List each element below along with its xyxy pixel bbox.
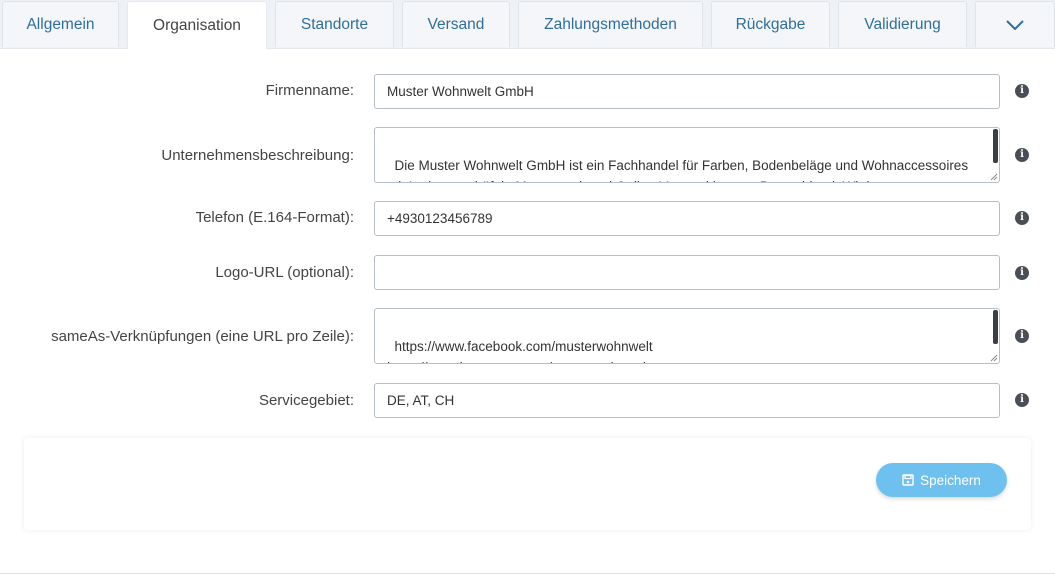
info-icon[interactable]: i: [1015, 84, 1029, 98]
save-button-label: Speichern: [920, 472, 981, 488]
logo-url-label: Logo-URL (optional):: [215, 264, 354, 281]
tab-label: Rückgabe: [735, 15, 806, 33]
service-area-label: Servicegebiet:: [258, 392, 354, 409]
tab-label: Versand: [427, 15, 485, 33]
tab-label: Validierung: [864, 15, 941, 33]
description-textarea[interactable]: Die Muster Wohnwelt GmbH ist ein Fachhan…: [374, 127, 1000, 183]
tab-validierung[interactable]: Validierung: [838, 1, 967, 47]
chevron-down-icon: [1006, 19, 1024, 30]
scrollbar[interactable]: [993, 129, 998, 163]
same-as-textarea[interactable]: https://www.facebook.com/musterwohnwelt …: [374, 308, 1000, 364]
tab-label: Standorte: [300, 15, 369, 33]
tab-zahlungsmethoden[interactable]: Zahlungsmethoden: [518, 1, 703, 47]
tab-versand[interactable]: Versand: [402, 1, 510, 47]
tab-bar: Allgemein Organisation Standorte Versand…: [0, 0, 1055, 49]
info-icon[interactable]: i: [1015, 148, 1029, 162]
same-as-value: https://www.facebook.com/musterwohnwelt …: [387, 339, 653, 363]
company-name-label: Firmenname:: [265, 82, 354, 99]
description-value: Die Muster Wohnwelt GmbH ist ein Fachhan…: [387, 158, 969, 182]
service-area-input[interactable]: DE, AT, CH: [374, 383, 1000, 418]
info-icon[interactable]: i: [1015, 211, 1029, 225]
resize-handle-icon[interactable]: [990, 173, 998, 181]
info-icon[interactable]: i: [1015, 393, 1029, 407]
company-name-input[interactable]: Muster Wohnwelt GmbH: [374, 74, 1000, 109]
info-icon[interactable]: i: [1015, 329, 1029, 343]
divider: [0, 573, 1055, 574]
same-as-label: sameAs-Verknüpfungen (eine URL pro Zeile…: [51, 328, 354, 345]
tab-standorte[interactable]: Standorte: [275, 1, 394, 47]
phone-input[interactable]: +4930123456789: [374, 201, 1000, 236]
logo-url-input[interactable]: [374, 255, 1000, 290]
tab-label: Organisation: [153, 16, 241, 34]
tab-organisation[interactable]: Organisation: [127, 1, 267, 49]
save-icon: [902, 474, 914, 486]
phone-label: Telefon (E.164-Format):: [195, 209, 354, 226]
tab-allgemein[interactable]: Allgemein: [2, 1, 119, 47]
tab-label: Allgemein: [26, 15, 95, 33]
resize-handle-icon[interactable]: [990, 354, 998, 362]
save-button[interactable]: Speichern: [876, 463, 1007, 497]
tab-label: Zahlungsmethoden: [544, 15, 677, 33]
tab-more-button[interactable]: [975, 1, 1055, 47]
tab-rueckgabe[interactable]: Rückgabe: [711, 1, 830, 47]
info-icon[interactable]: i: [1015, 266, 1029, 280]
description-label: Unternehmensbeschreibung:: [161, 147, 354, 164]
scrollbar[interactable]: [993, 310, 998, 344]
